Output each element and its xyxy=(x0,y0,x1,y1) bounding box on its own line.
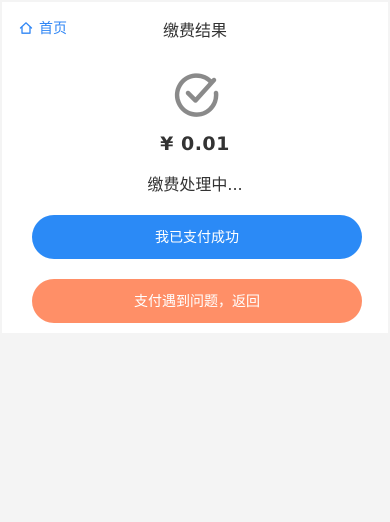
payment-problem-button[interactable]: 支付遇到问题，返回 xyxy=(32,279,362,323)
payment-status: 缴费处理中... xyxy=(147,175,243,194)
payment-success-button[interactable]: 我已支付成功 xyxy=(32,215,362,259)
top-bar: 首页 缴费结果 xyxy=(2,2,388,50)
page-title: 缴费结果 xyxy=(162,21,227,40)
payment-amount: ¥ 0.01 xyxy=(160,133,230,155)
check-circle-icon xyxy=(173,69,221,117)
result-card: 首页 缴费结果 ¥ 0.01 缴费处理中... 我已支付成功 支付遇到问题，返回 xyxy=(2,2,388,333)
